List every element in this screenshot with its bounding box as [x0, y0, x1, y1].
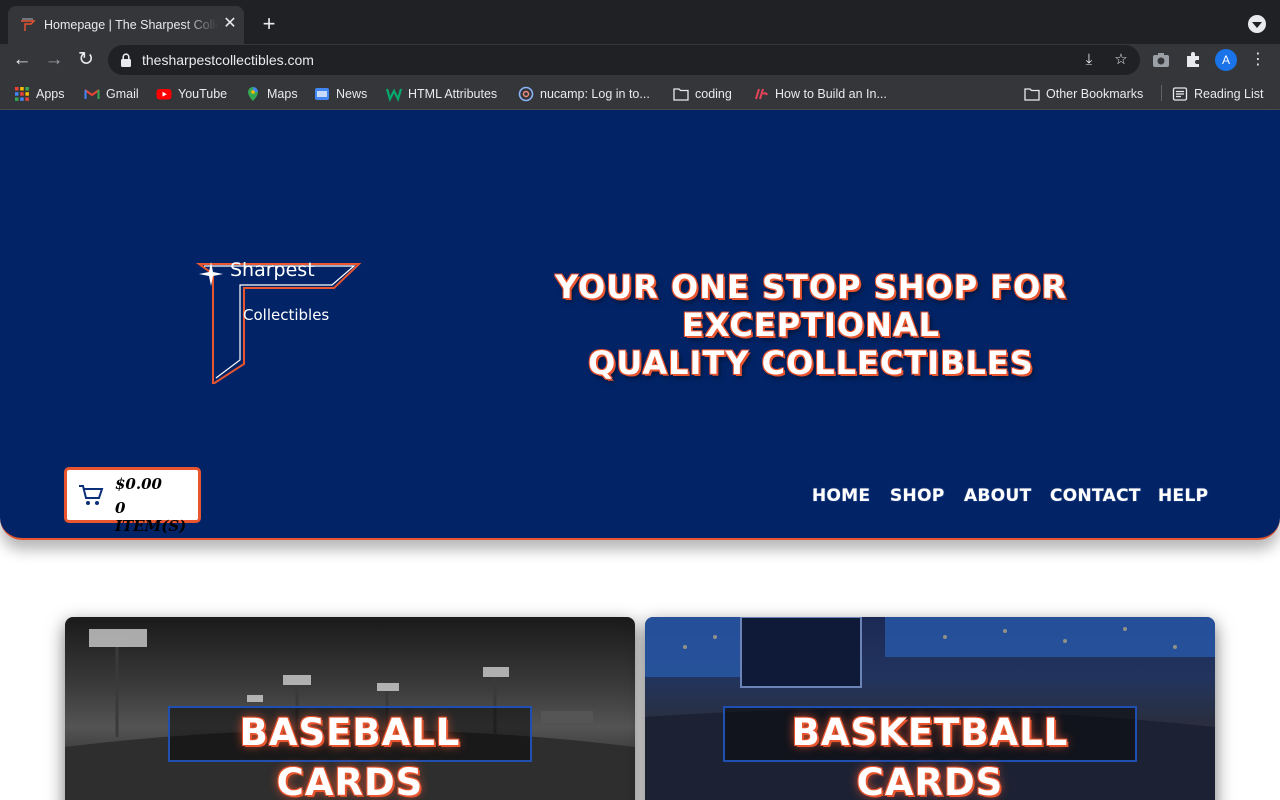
bookmark-news[interactable]: News — [314, 85, 367, 103]
bookmark-label: News — [336, 87, 368, 101]
bookmark-star-icon[interactable]: ☆ — [1112, 51, 1130, 69]
cart-total: $0.00 — [115, 475, 162, 493]
bookmark-site-icon — [755, 88, 768, 99]
browser-tab-strip: Homepage | The Sharpest Collectibles ✕ + — [0, 0, 1280, 44]
gmail-icon — [84, 88, 100, 99]
youtube-icon — [156, 88, 172, 100]
nav-home[interactable]: HOME — [812, 485, 870, 507]
shopping-cart-icon — [79, 485, 104, 505]
w3-icon — [386, 88, 402, 102]
bookmark-html-attributes[interactable]: HTML Attributes — [386, 85, 497, 103]
bookmark-apps[interactable]: Apps — [14, 85, 65, 103]
bookmark-gmail[interactable]: Gmail — [84, 85, 139, 103]
sharpest-collectibles-logo[interactable]: Sharpest Collectibles — [194, 256, 366, 384]
site-favicon-icon — [21, 18, 36, 31]
category-label-baseball: BASEBALL CARDS — [168, 706, 532, 800]
bookmark-label: Other Bookmarks — [1046, 87, 1144, 101]
install-app-icon[interactable]: ⤓ — [1080, 51, 1098, 69]
nav-help[interactable]: HELP — [1158, 485, 1208, 507]
tagline-line-1: YOUR ONE STOP SHOP FOR EXCEPTIONAL — [555, 268, 1067, 344]
cart-widget[interactable]: $0.00 0 ITEM(S) — [64, 467, 201, 535]
bookmark-label: YouTube — [178, 87, 228, 101]
bookmarks-bar: Apps Gmail YouTube Maps News HTML Attrib… — [0, 76, 1280, 110]
bookmark-label: Reading List — [1194, 87, 1264, 101]
nav-shop[interactable]: SHOP — [890, 485, 945, 507]
folder-icon — [673, 88, 689, 101]
nucamp-icon — [518, 86, 534, 102]
nav-contact[interactable]: CONTACT — [1050, 485, 1141, 507]
hero-tagline: YOUR ONE STOP SHOP FOR EXCEPTIONAL QUALI… — [430, 268, 1192, 382]
bookmark-separator — [1161, 85, 1162, 101]
folder-icon — [1024, 88, 1040, 101]
url-text[interactable]: thesharpestcollectibles.com — [142, 51, 314, 69]
bookmark-maps[interactable]: Maps — [245, 85, 298, 103]
reading-list-icon — [1172, 87, 1188, 101]
site-header: Sharpest Collectibles YOUR ONE STOP SHOP… — [0, 110, 1280, 540]
browser-menu-icon[interactable]: ⋮ — [1250, 49, 1266, 71]
bookmark-label: coding — [695, 87, 732, 101]
bookmark-folder-coding[interactable]: coding — [673, 85, 732, 103]
bookmark-other-bookmarks[interactable]: Other Bookmarks — [1024, 85, 1143, 103]
reload-icon[interactable]: ↻ — [74, 48, 98, 72]
bookmark-label: Maps — [267, 87, 298, 101]
bookmark-youtube[interactable]: YouTube — [156, 85, 227, 103]
news-icon — [315, 87, 329, 100]
nav-about[interactable]: ABOUT — [964, 485, 1031, 507]
new-tab-button[interactable]: + — [258, 13, 280, 35]
maps-icon — [248, 86, 258, 101]
browser-tab[interactable]: Homepage | The Sharpest Collectibles ✕ — [8, 6, 244, 44]
category-label-basketball: BASKETBALL CARDS — [723, 706, 1137, 800]
bookmark-how-to-build[interactable]: How to Build an In... — [753, 85, 887, 103]
category-card-baseball[interactable]: BASEBALL CARDS — [65, 617, 635, 800]
bookmark-label: HTML Attributes — [408, 87, 498, 101]
bookmark-label: nucamp: Log in to... — [540, 87, 650, 101]
browser-toolbar: ← → ↻ thesharpestcollectibles.com ⤓ ☆ A … — [0, 44, 1280, 76]
tab-search-icon[interactable] — [1248, 15, 1266, 33]
profile-avatar[interactable]: A — [1215, 49, 1237, 71]
logo-text-sharpest: Sharpest — [230, 259, 315, 281]
bookmark-label: How to Build an In... — [775, 87, 887, 101]
bookmark-label: Gmail — [106, 87, 139, 101]
address-bar[interactable]: thesharpestcollectibles.com ⤓ ☆ — [108, 45, 1140, 75]
back-arrow-icon[interactable]: ← — [10, 48, 34, 72]
bookmark-reading-list[interactable]: Reading List — [1172, 85, 1264, 103]
tab-title: Homepage | The Sharpest Collectibles — [44, 18, 218, 32]
cart-item-count: 0 ITEM(S) — [115, 499, 187, 535]
bookmark-nucamp[interactable]: nucamp: Log in to... — [518, 85, 650, 103]
bookmark-label: Apps — [36, 87, 65, 101]
tagline-line-2: QUALITY COLLECTIBLES — [588, 344, 1034, 382]
forward-arrow-icon[interactable]: → — [42, 48, 66, 72]
lock-icon — [121, 53, 131, 67]
apps-grid-icon — [15, 86, 29, 101]
category-card-basketball[interactable]: BASKETBALL CARDS — [645, 617, 1215, 800]
camera-extension-icon[interactable] — [1151, 51, 1171, 69]
close-tab-icon[interactable]: ✕ — [222, 16, 238, 32]
extensions-puzzle-icon[interactable] — [1184, 51, 1202, 69]
logo-text-collectibles: Collectibles — [243, 306, 329, 324]
